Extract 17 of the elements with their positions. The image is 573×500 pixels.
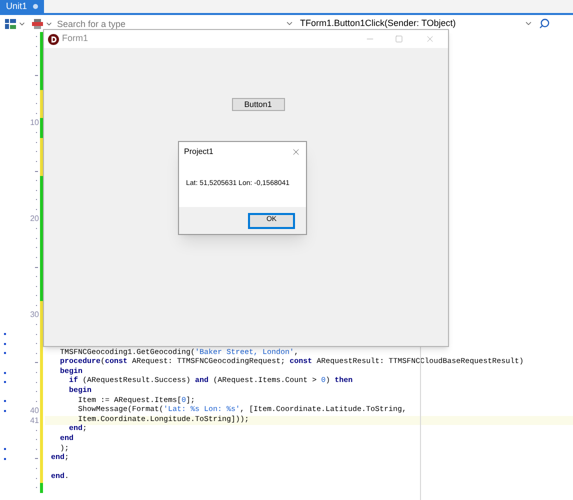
line-number: 41: [30, 416, 39, 425]
window-title: Form1: [62, 32, 88, 46]
line-number: 10: [30, 119, 39, 128]
chevron-down-icon[interactable]: [285, 19, 294, 28]
structure-icon[interactable]: [5, 18, 16, 28]
line-number: 40: [30, 406, 39, 415]
method-combo[interactable]: TForm1.Button1Click(Sender: TObject): [300, 16, 524, 30]
close-icon[interactable]: [291, 147, 301, 157]
logo-icon: [48, 34, 59, 44]
line-number: 30: [30, 311, 39, 320]
line-number: 20: [30, 215, 39, 224]
dialog-title: Project1: [184, 146, 214, 158]
printer-icon[interactable]: [32, 18, 43, 28]
chevron-down-icon[interactable]: [524, 19, 533, 28]
form-button[interactable]: Button1: [232, 98, 284, 111]
editor-tab[interactable]: Unit1: [0, 0, 44, 13]
search-icon[interactable]: [539, 18, 550, 29]
